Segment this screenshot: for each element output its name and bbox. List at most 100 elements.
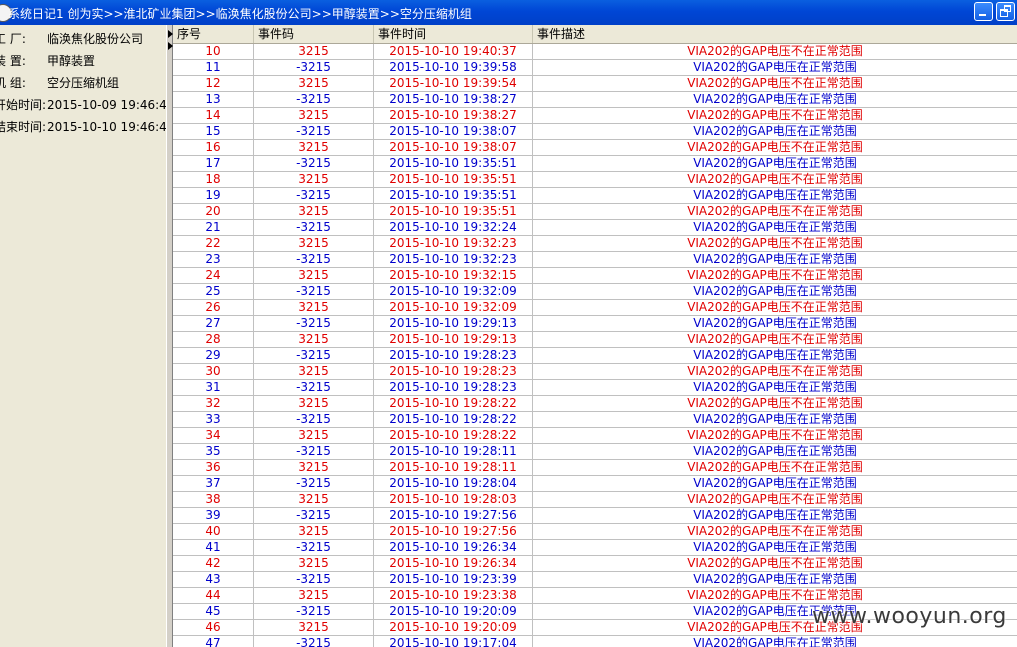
panel-splitter[interactable] (166, 25, 173, 647)
table-row[interactable]: 43 -3215 2015-10-10 19:23:39 VIA202的GAP电压在正… (173, 572, 1017, 588)
table-row[interactable]: 34 3215 2015-10-10 19:28:22 VIA202的GAP电压不在正… (173, 428, 1017, 444)
info-label: 开始时间: (0, 98, 47, 112)
cell-code: -3215 (254, 220, 374, 235)
table-row[interactable]: 39 -3215 2015-10-10 19:27:56 VIA202的GAP电压在正… (173, 508, 1017, 524)
minimize-button[interactable] (974, 2, 993, 21)
cell-code: -3215 (254, 284, 374, 299)
column-header-desc[interactable]: 事件描述 (533, 25, 1017, 43)
restore-button[interactable] (996, 2, 1015, 21)
column-header-time[interactable]: 事件时间 (374, 25, 533, 43)
column-header-seq[interactable]: 序号 (173, 25, 254, 43)
cell-code: -3215 (254, 380, 374, 395)
table-row[interactable]: 22 3215 2015-10-10 19:32:23 VIA202的GAP电压不在正… (173, 236, 1017, 252)
cell-seq: 39 (173, 508, 254, 523)
cell-time: 2015-10-10 19:38:27 (374, 108, 533, 123)
cell-desc: VIA202的GAP电压在正常范围 (693, 124, 857, 138)
info-panel: 工 厂: 临涣焦化股份公司 装 置: 甲醇装置 机 组: 空分压缩机组 开始时间… (0, 25, 174, 647)
cell-seq: 23 (173, 252, 254, 267)
table-row[interactable]: 16 3215 2015-10-10 19:38:07 VIA202的GAP电压不在正… (173, 140, 1017, 156)
cell-code: 3215 (254, 140, 374, 155)
table-row[interactable]: 44 3215 2015-10-10 19:23:38 VIA202的GAP电压不在正… (173, 588, 1017, 604)
table-row[interactable]: 47 -3215 2015-10-10 19:17:04 VIA202的GAP电压在正… (173, 636, 1017, 647)
table-row[interactable]: 26 3215 2015-10-10 19:32:09 VIA202的GAP电压不在正… (173, 300, 1017, 316)
cell-desc: VIA202的GAP电压在正常范围 (693, 444, 857, 458)
cell-code: -3215 (254, 252, 374, 267)
cell-code: 3215 (254, 300, 374, 315)
table-row[interactable]: 38 3215 2015-10-10 19:28:03 VIA202的GAP电压不在正… (173, 492, 1017, 508)
table-row[interactable]: 28 3215 2015-10-10 19:29:13 VIA202的GAP电压不在正… (173, 332, 1017, 348)
table-row[interactable]: 29 -3215 2015-10-10 19:28:23 VIA202的GAP电压在正… (173, 348, 1017, 364)
cell-code: 3215 (254, 332, 374, 347)
info-value: 空分压缩机组 (47, 76, 120, 90)
cell-time: 2015-10-10 19:29:13 (374, 332, 533, 347)
table-row[interactable]: 32 3215 2015-10-10 19:28:22 VIA202的GAP电压不在正… (173, 396, 1017, 412)
table-row[interactable]: 31 -3215 2015-10-10 19:28:23 VIA202的GAP电压在正… (173, 380, 1017, 396)
cell-time: 2015-10-10 19:23:39 (374, 572, 533, 587)
cell-time: 2015-10-10 19:32:23 (374, 236, 533, 251)
cell-time: 2015-10-10 19:38:07 (374, 140, 533, 155)
cell-time: 2015-10-10 19:28:11 (374, 460, 533, 475)
cell-desc: VIA202的GAP电压不在正常范围 (687, 332, 863, 346)
table-row[interactable]: 27 -3215 2015-10-10 19:29:13 VIA202的GAP电压在正… (173, 316, 1017, 332)
table-row[interactable]: 11 -3215 2015-10-10 19:39:58 VIA202的GAP电压在正… (173, 60, 1017, 76)
info-label: 工 厂: (0, 32, 26, 46)
table-row[interactable]: 33 -3215 2015-10-10 19:28:22 VIA202的GAP电压在正… (173, 412, 1017, 428)
table-row[interactable]: 13 -3215 2015-10-10 19:38:27 VIA202的GAP电压在正… (173, 92, 1017, 108)
event-log-table[interactable]: 序号 事件码 事件时间 事件描述 10 3215 2015-10-10 19:40:… (173, 25, 1017, 647)
cell-desc: VIA202的GAP电压不在正常范围 (687, 364, 863, 378)
cell-time: 2015-10-10 19:32:09 (374, 300, 533, 315)
table-row[interactable]: 41 -3215 2015-10-10 19:26:34 VIA202的GAP电压在正… (173, 540, 1017, 556)
cell-seq: 18 (173, 172, 254, 187)
table-row[interactable]: 19 -3215 2015-10-10 19:35:51 VIA202的GAP电压在正… (173, 188, 1017, 204)
cell-desc: VIA202的GAP电压在正常范围 (693, 60, 857, 74)
table-row[interactable]: 18 3215 2015-10-10 19:35:51 VIA202的GAP电压不在正… (173, 172, 1017, 188)
cell-seq: 20 (173, 204, 254, 219)
cell-code: -3215 (254, 572, 374, 587)
cell-time: 2015-10-10 19:28:04 (374, 476, 533, 491)
cell-code: -3215 (254, 508, 374, 523)
table-row[interactable]: 12 3215 2015-10-10 19:39:54 VIA202的GAP电压不在正… (173, 76, 1017, 92)
cell-code: -3215 (254, 476, 374, 491)
cell-time: 2015-10-10 19:28:22 (374, 428, 533, 443)
table-row[interactable]: 35 -3215 2015-10-10 19:28:11 VIA202的GAP电压在正… (173, 444, 1017, 460)
cell-desc: VIA202的GAP电压在正常范围 (693, 316, 857, 330)
cell-desc: VIA202的GAP电压不在正常范围 (687, 396, 863, 410)
table-row[interactable]: 30 3215 2015-10-10 19:28:23 VIA202的GAP电压不在正… (173, 364, 1017, 380)
cell-time: 2015-10-10 19:26:34 (374, 556, 533, 571)
cell-time: 2015-10-10 19:38:27 (374, 92, 533, 107)
table-header: 序号 事件码 事件时间 事件描述 (173, 25, 1017, 44)
cell-desc: VIA202的GAP电压在正常范围 (693, 220, 857, 234)
table-row[interactable]: 14 3215 2015-10-10 19:38:27 VIA202的GAP电压不在正… (173, 108, 1017, 124)
cell-time: 2015-10-10 19:28:22 (374, 412, 533, 427)
table-row[interactable]: 25 -3215 2015-10-10 19:32:09 VIA202的GAP电压在正… (173, 284, 1017, 300)
window-title: 系统日记1 创为实>>淮北矿业集团>>临涣焦化股份公司>>甲醇装置>>空分压缩机… (8, 7, 472, 21)
column-header-code[interactable]: 事件码 (254, 25, 374, 43)
table-row[interactable]: 42 3215 2015-10-10 19:26:34 VIA202的GAP电压不在正… (173, 556, 1017, 572)
table-row[interactable]: 37 -3215 2015-10-10 19:28:04 VIA202的GAP电压在正… (173, 476, 1017, 492)
table-row[interactable]: 24 3215 2015-10-10 19:32:15 VIA202的GAP电压不在正… (173, 268, 1017, 284)
info-label: 装 置: (0, 54, 26, 68)
table-row[interactable]: 40 3215 2015-10-10 19:27:56 VIA202的GAP电压不在正… (173, 524, 1017, 540)
table-row[interactable]: 36 3215 2015-10-10 19:28:11 VIA202的GAP电压不在正… (173, 460, 1017, 476)
table-row[interactable]: 17 -3215 2015-10-10 19:35:51 VIA202的GAP电压在正… (173, 156, 1017, 172)
cell-desc: VIA202的GAP电压不在正常范围 (687, 460, 863, 474)
cell-time: 2015-10-10 19:28:23 (374, 380, 533, 395)
cell-code: 3215 (254, 364, 374, 379)
cell-time: 2015-10-10 19:38:07 (374, 124, 533, 139)
cell-desc: VIA202的GAP电压不在正常范围 (687, 428, 863, 442)
cell-time: 2015-10-10 19:35:51 (374, 172, 533, 187)
cell-code: -3215 (254, 188, 374, 203)
cell-seq: 13 (173, 92, 254, 107)
table-row[interactable]: 21 -3215 2015-10-10 19:32:24 VIA202的GAP电压在正… (173, 220, 1017, 236)
cell-seq: 14 (173, 108, 254, 123)
cell-code: 3215 (254, 428, 374, 443)
cell-seq: 37 (173, 476, 254, 491)
table-row[interactable]: 10 3215 2015-10-10 19:40:37 VIA202的GAP电压不在正… (173, 44, 1017, 60)
title-bar[interactable]: 系统日记1 创为实>>淮北矿业集团>>临涣焦化股份公司>>甲醇装置>>空分压缩机… (0, 0, 1017, 25)
table-row[interactable]: 15 -3215 2015-10-10 19:38:07 VIA202的GAP电压在正… (173, 124, 1017, 140)
table-row[interactable]: 20 3215 2015-10-10 19:35:51 VIA202的GAP电压不在正… (173, 204, 1017, 220)
cell-seq: 40 (173, 524, 254, 539)
cell-code: 3215 (254, 396, 374, 411)
cell-code: 3215 (254, 620, 374, 635)
table-row[interactable]: 23 -3215 2015-10-10 19:32:23 VIA202的GAP电压在正… (173, 252, 1017, 268)
